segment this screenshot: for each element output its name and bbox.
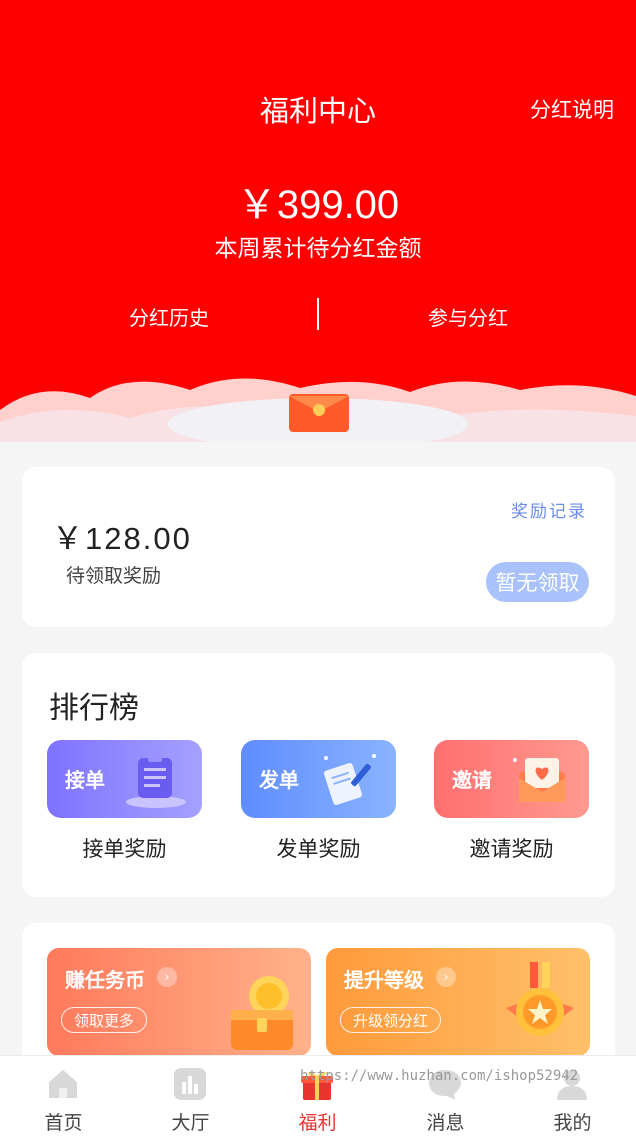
tab-label: 大厅: [171, 1112, 210, 1134]
home-icon: [49, 1070, 77, 1098]
tab-label: 我的: [553, 1112, 592, 1134]
clipboard-icon: [126, 754, 186, 808]
tile-tag: 接单: [65, 768, 105, 792]
promo-title: 提升等级: [344, 968, 424, 992]
upgrade-level-banner[interactable]: 提升等级 › 升级领分红: [326, 948, 590, 1056]
chevron-right-icon: ›: [157, 967, 177, 987]
pending-reward-card: ￥128.00 待领取奖励 奖励记录 暂无领取: [22, 467, 615, 627]
tab-label: 首页: [44, 1112, 83, 1134]
tab-label: 消息: [426, 1112, 465, 1134]
document-pen-icon: [323, 754, 376, 805]
invite-reward-label: 邀请奖励: [469, 837, 554, 861]
get-more-button[interactable]: 领取更多: [61, 1007, 148, 1033]
promo-card: 赚任务币 › 领取更多 提升等级 › 升级领分红: [22, 923, 615, 1073]
medal-icon: [506, 962, 574, 1036]
tile-tag: 发单: [259, 768, 299, 792]
reward-record-link[interactable]: 奖励记录: [511, 497, 587, 522]
red-envelope-icon: [289, 394, 349, 432]
treasure-chest-icon: [231, 976, 293, 1050]
accept-reward-label: 接单奖励: [82, 837, 167, 861]
pending-reward-amount: ￥128.00: [52, 521, 192, 556]
ranking-card: 排行榜 接单 发单 邀请 接单奖励 发单奖励 邀请奖励: [22, 653, 615, 897]
claim-button[interactable]: 暂无领取: [486, 562, 589, 602]
publish-reward-label: 发单奖励: [276, 837, 361, 861]
chevron-right-icon: ›: [436, 967, 456, 987]
tab-label: 福利: [298, 1112, 337, 1134]
watermark-text: https://www.huzhan.com/ishop52942: [300, 1068, 579, 1084]
bar-chart-icon: [174, 1068, 206, 1100]
weekly-dividend-label: 本周累计待分红金额: [214, 236, 422, 262]
tab-home[interactable]: 首页: [0, 1056, 127, 1140]
upgrade-dividend-button[interactable]: 升级领分红: [340, 1007, 442, 1033]
ranking-tile-invite[interactable]: 邀请: [434, 740, 589, 818]
pending-reward-label: 待领取奖励: [66, 565, 162, 587]
promo-title: 赚任务币: [65, 968, 145, 992]
ranking-tile-accept[interactable]: 接单: [47, 740, 202, 818]
dividend-rules-link[interactable]: 分红说明: [530, 94, 614, 124]
heart-envelope-icon: [513, 758, 565, 802]
ranking-tile-publish[interactable]: 发单: [241, 740, 396, 818]
tile-tag: 邀请: [452, 768, 492, 792]
dividend-history-link[interactable]: 分红历史: [0, 302, 338, 331]
tab-hall[interactable]: 大厅: [127, 1056, 254, 1140]
ranking-title: 排行榜: [49, 691, 139, 726]
earn-coins-banner[interactable]: 赚任务币 › 领取更多: [47, 948, 311, 1056]
header-banner: 福利中心 分红说明 ￥399.00 本周累计待分红金额 分红历史 参与分红: [0, 0, 636, 442]
join-dividend-link[interactable]: 参与分红: [318, 302, 618, 331]
weekly-dividend-amount: ￥399.00: [236, 183, 400, 227]
